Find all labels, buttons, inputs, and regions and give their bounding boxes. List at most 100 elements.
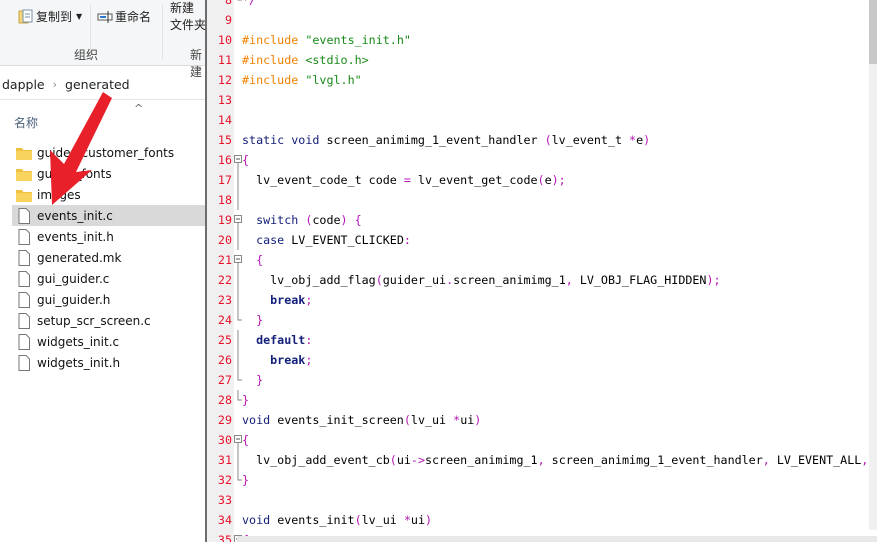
file-list-item[interactable]: guider_fonts — [12, 163, 206, 184]
ribbon-divider — [162, 4, 163, 60]
vertical-scrollbar[interactable] — [869, 0, 877, 530]
code-line: 23 break; — [207, 290, 877, 310]
chevron-right-icon: › — [52, 78, 58, 91]
breadcrumb-current[interactable]: generated — [65, 77, 130, 92]
new-folder-label-1: 新建 — [170, 1, 195, 15]
code-token: default — [242, 333, 306, 347]
code-token: { — [242, 253, 264, 267]
code-token: ) — [474, 413, 482, 427]
fold-toggle-icon[interactable] — [234, 430, 242, 450]
file-name: events_init.h — [37, 229, 114, 244]
file-name: widgets_init.c — [37, 334, 120, 349]
code-token: events_init_screen — [277, 413, 404, 427]
fold-toggle-icon[interactable] — [234, 150, 242, 170]
copy-to-button[interactable]: 复制到 ▼ — [18, 8, 82, 25]
code-token: #include — [242, 33, 306, 47]
code-token: screen_animimg_1_event_handler — [551, 453, 763, 467]
code-line: 10 #include "events_init.h" — [207, 30, 877, 50]
file-icon — [18, 207, 30, 224]
file-name: widgets_init.h — [37, 355, 121, 370]
file-list-item[interactable]: generated.mk — [12, 247, 206, 268]
code-token: screen_animimg_1 — [424, 453, 538, 467]
code-token: code — [312, 213, 341, 227]
code-text: { — [242, 430, 249, 450]
line-number: 10 — [217, 33, 232, 47]
code-token: ui — [410, 513, 425, 527]
code-token: break — [242, 293, 306, 307]
code-token: break — [242, 353, 306, 367]
line-number: 28 — [217, 393, 232, 407]
file-icon — [18, 312, 30, 329]
fold-toggle-icon[interactable] — [234, 210, 242, 230]
column-header-name[interactable]: 名称 — [14, 114, 38, 131]
file-list-item[interactable]: widgets_init.c — [12, 331, 206, 352]
code-token: ui — [396, 453, 411, 467]
folder-icon — [16, 168, 32, 181]
file-list-item[interactable]: widgets_init.h — [12, 352, 206, 373]
code-token: e — [544, 173, 552, 187]
file-icon — [18, 228, 30, 245]
new-folder-button[interactable]: 新建 文件夹 — [170, 0, 206, 34]
code-line: 22 lv_obj_add_flag(guider_ui.screen_anim… — [207, 270, 877, 290]
fold-line-icon — [234, 230, 242, 250]
copy-icon — [18, 9, 33, 23]
code-token: ( — [403, 413, 411, 427]
code-token: ) — [425, 513, 433, 527]
code-line: 15 static void screen_animimg_1_event_han… — [207, 130, 877, 150]
file-list-item[interactable]: events_init.h — [12, 226, 206, 247]
code-line: 34 void events_init(lv_ui *ui) — [207, 510, 877, 530]
code-token: #include — [242, 73, 306, 87]
file-name: gui_guider.c — [37, 271, 110, 286]
file-name: guider_customer_fonts — [37, 145, 175, 160]
fold-line-icon — [234, 350, 242, 370]
sort-ascending-icon: ^ — [134, 102, 144, 115]
code-token: ); — [706, 273, 721, 287]
line-number: 19 — [217, 213, 232, 227]
code-token: #include — [242, 53, 306, 67]
code-line: 9 — [207, 10, 877, 30]
file-list-item[interactable]: gui_guider.c — [12, 268, 206, 289]
code-line: 12 #include "lvgl.h" — [207, 70, 877, 90]
line-number: 32 — [217, 473, 232, 487]
horizontal-scrollbar[interactable] — [237, 536, 877, 542]
code-line: 11 #include <stdio.h> — [207, 50, 877, 70]
fold-line-icon — [234, 450, 242, 470]
address-bar[interactable]: dapple › generated — [0, 70, 206, 100]
code-token: events_init — [277, 513, 355, 527]
file-list-item[interactable]: setup_scr_screen.c — [12, 310, 206, 331]
code-text: lv_obj_add_flag(guider_ui.screen_animimg… — [242, 270, 721, 290]
code-token: , — [537, 453, 552, 467]
file-list-item[interactable]: images — [12, 184, 206, 205]
folder-icon — [16, 189, 32, 202]
code-text: static void screen_animimg_1_event_handl… — [242, 130, 650, 150]
code-text: break; — [242, 290, 312, 310]
code-token: LV_OBJ_FLAG_HIDDEN — [579, 273, 707, 287]
code-token: { — [242, 153, 250, 167]
code-token: guider_ui — [382, 273, 447, 287]
file-list-item[interactable]: events_init.c — [12, 205, 206, 226]
file-name: setup_scr_screen.c — [37, 313, 151, 328]
line-number: 30 — [217, 433, 232, 447]
file-list-item[interactable]: guider_customer_fonts — [12, 142, 206, 163]
code-token: } — [242, 373, 264, 387]
code-token: } — [242, 473, 250, 487]
file-name: guider_fonts — [37, 166, 112, 181]
rename-button[interactable]: 重命名 — [97, 8, 151, 25]
file-list-item[interactable]: gui_guider.h — [12, 289, 206, 310]
breadcrumb-parent[interactable]: dapple — [2, 77, 45, 92]
fold-toggle-icon[interactable] — [234, 250, 242, 270]
file-icon — [18, 249, 30, 266]
code-token: } — [242, 393, 250, 407]
code-editor[interactable]: 8 */ 9 10 #include "events_init.h" 11 #include… — [205, 0, 877, 542]
code-text: #include "lvgl.h" — [242, 70, 362, 90]
file-icon — [18, 354, 30, 371]
line-number: 35 — [217, 533, 232, 542]
scrollbar-thumb[interactable] — [869, 0, 877, 64]
file-icon — [18, 333, 30, 350]
code-line: 13 — [207, 90, 877, 110]
code-text: lv_obj_add_event_cb(ui->screen_animimg_1… — [242, 450, 875, 470]
code-text: case LV_EVENT_CLICKED: — [242, 230, 411, 250]
code-token: ) — [643, 133, 651, 147]
code-token: case — [242, 233, 292, 247]
fold-line-icon — [234, 390, 242, 410]
